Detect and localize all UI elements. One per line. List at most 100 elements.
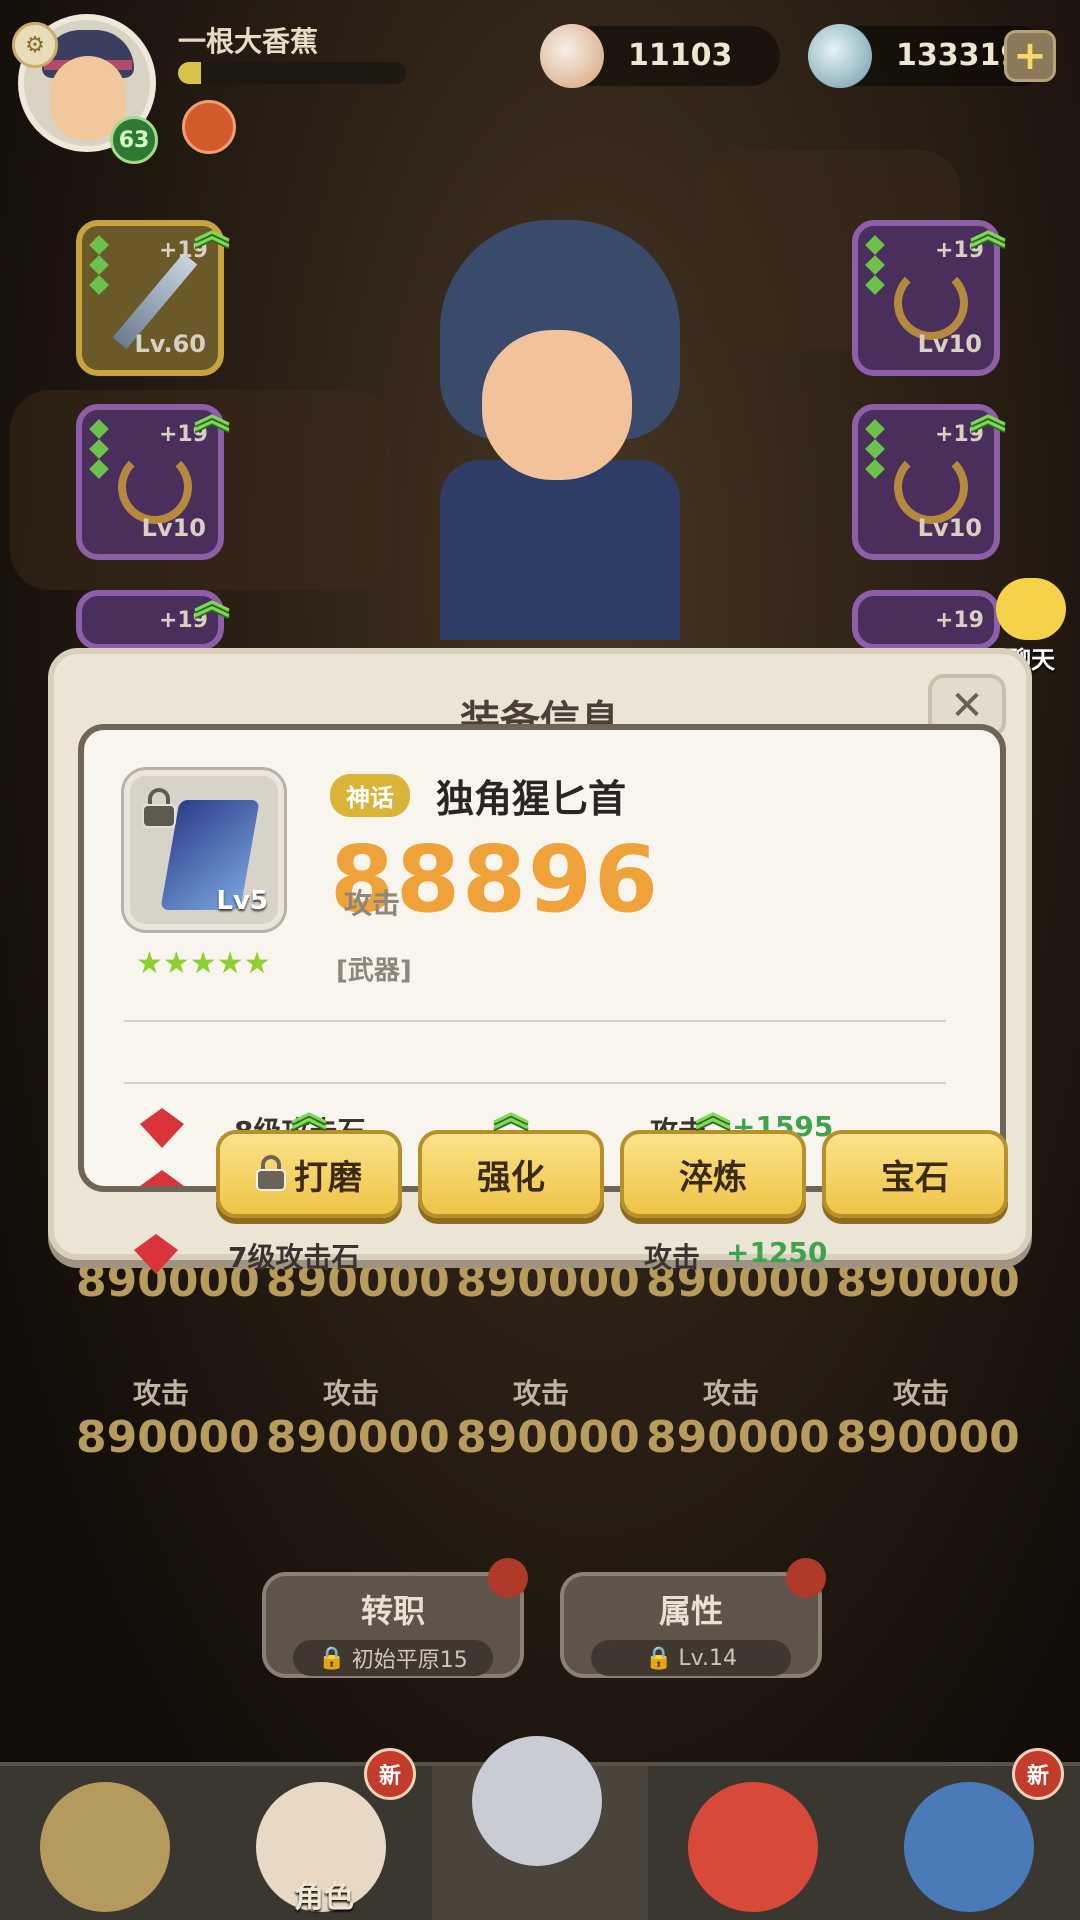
attributes-requirement: 🔒 Lv.14 — [591, 1640, 791, 1676]
item-type: [武器] — [336, 956, 412, 986]
new-badge: 新 — [1012, 1748, 1064, 1800]
settings-icon[interactable]: ⚙ — [12, 22, 58, 68]
job-change-requirement: 🔒 初始平原15 — [293, 1640, 493, 1676]
grind-button[interactable]: 打磨 ︽ — [216, 1096, 402, 1218]
nav-tab-mammoth[interactable] — [0, 1766, 216, 1920]
equip-slot-right-3[interactable]: +19 — [852, 590, 1000, 650]
equip-slot-weapon[interactable]: +19 Lv.60 ︽ — [76, 214, 230, 376]
slot-level: Lv10 — [917, 514, 982, 542]
enhance-label: 强化 — [477, 1157, 545, 1198]
gem-button[interactable]: 宝石 — [822, 1130, 1008, 1218]
red-gem-icon — [134, 1234, 178, 1274]
gem-row: 7级攻击石 攻击 +1250 — [134, 1234, 894, 1282]
item-level: Lv5 — [216, 886, 268, 916]
mammoth-icon — [40, 1782, 170, 1912]
equip-slot-necklace[interactable]: +19 Lv10 ︽ — [76, 398, 230, 560]
nav-tab-role-label: 角色 — [294, 1880, 354, 1915]
necklace-icon — [894, 450, 968, 524]
shell-currency: 11103 — [540, 24, 780, 88]
upgrade-arrow-icon: ︽ — [694, 1093, 732, 1134]
buff-icon[interactable] — [182, 100, 236, 154]
divider — [124, 1082, 946, 1084]
stat-value: 890000 — [76, 1412, 260, 1463]
gem-value: +1250 — [726, 1236, 828, 1269]
attributes-title: 属性 — [658, 1592, 723, 1630]
new-badge: 新 — [364, 1748, 416, 1800]
enhance-button[interactable]: 强化 ︽ — [418, 1096, 604, 1218]
exp-bar-fill — [178, 62, 201, 84]
chat-bubble-icon — [996, 578, 1066, 640]
portal-icon — [904, 1782, 1034, 1912]
upgrade-arrow-icon: ︽ — [194, 581, 231, 622]
gem-currency: 133319 + — [808, 24, 1056, 88]
star-rating: ★★★★★ — [136, 946, 271, 981]
job-change-button[interactable]: 转职 🔒 初始平原15 — [262, 1558, 528, 1678]
hero-body — [440, 460, 680, 640]
job-change-title: 转职 — [360, 1592, 425, 1630]
job-change-sub: 初始平原15 — [351, 1648, 468, 1673]
lock-icon: 🔒 — [318, 1645, 346, 1671]
gem-name: 7级攻击石 — [228, 1241, 360, 1274]
hero-face — [482, 330, 632, 480]
item-power-label: 攻击 — [344, 887, 401, 920]
divider — [124, 1020, 946, 1022]
slot-level: Lv10 — [141, 514, 206, 542]
nav-tab-role[interactable]: 角色 新 — [216, 1748, 432, 1920]
armor-icon — [472, 1736, 602, 1866]
upgrade-arrow-icon: ︽ — [290, 1093, 328, 1134]
equip-slot-3[interactable]: +19 ︽ — [76, 584, 230, 650]
notification-dot — [786, 1558, 826, 1598]
upgrade-arrow-icon: ︽ — [194, 395, 231, 436]
rarity-badge: 神话 — [330, 774, 410, 817]
stat-label: 攻击 — [132, 1377, 189, 1410]
notification-dot — [488, 1558, 528, 1598]
gem-amount: 133319 — [896, 38, 1022, 73]
upgrade-arrow-icon: ︽ — [970, 395, 1007, 436]
slot-level: Lv10 — [917, 330, 982, 358]
player-name: 一根大香蕉 — [178, 25, 319, 58]
necklace-icon — [894, 266, 968, 340]
equipment-card: Lv5 ★★★★★ 神话 独角猩匕首 88896 攻击 [武器] 8级攻击石 攻… — [78, 724, 1006, 1192]
slot-level: Lv.60 — [134, 330, 207, 358]
nav-tab-equipment[interactable] — [432, 1736, 648, 1920]
temper-label: 淬炼 — [679, 1157, 747, 1198]
item-name: 独角猩匕首 — [436, 777, 627, 821]
lock-icon[interactable] — [142, 788, 176, 828]
stat-label: 攻击 — [892, 1377, 949, 1410]
stat-label: 攻击 — [512, 1377, 569, 1410]
bottom-nav: 角色 新 新 — [0, 1736, 1080, 1920]
stat-label: 攻击 — [702, 1377, 759, 1410]
red-gem-icon — [140, 1170, 184, 1186]
stat-value: 890000 — [456, 1412, 640, 1463]
equip-slot-right-2[interactable]: +19 Lv10 ︽ — [852, 398, 1006, 560]
dialog-title: 装备信息 — [460, 698, 620, 724]
lock-icon: 🔒 — [645, 1645, 673, 1671]
slot-enhance-level: +19 — [934, 608, 984, 633]
upgrade-arrow-icon: ︽ — [492, 1093, 530, 1134]
gem-attr: 攻击 — [644, 1241, 701, 1274]
nav-tab-pet[interactable] — [648, 1766, 864, 1920]
item-icon-frame[interactable]: Lv5 — [124, 770, 284, 930]
nav-tab-portal[interactable]: 新 — [864, 1748, 1080, 1920]
attributes-sub: Lv.14 — [678, 1645, 737, 1671]
stat-value: 890000 — [266, 1412, 450, 1463]
stats-row-2: 攻击 890000 攻击 890000 攻击 890000 攻击 890000 攻击 89… — [76, 1372, 1020, 1463]
stat-value: 890000 — [646, 1412, 830, 1463]
grind-label: 打磨 — [294, 1157, 362, 1198]
add-gem-button[interactable]: + — [1004, 30, 1056, 82]
equip-slot-right-1[interactable]: +19 Lv10 ︽ — [852, 214, 1006, 376]
shell-amount: 11103 — [628, 38, 733, 73]
hero-character — [420, 220, 700, 640]
gem-label: 宝石 — [881, 1157, 949, 1198]
pearl-shell-icon — [540, 24, 604, 88]
upgrade-arrow-icon: ︽ — [970, 211, 1007, 252]
necklace-icon — [118, 450, 192, 524]
temper-button[interactable]: 淬炼 ︽ — [620, 1096, 806, 1218]
dino-pet-icon — [688, 1782, 818, 1912]
stat-label: 攻击 — [322, 1377, 379, 1410]
player-level-badge: 63 — [110, 116, 158, 164]
equipment-info-dialog: 装备信息 ✕ Lv5 ★★★★★ 神话 独角猩匕首 88896 攻击 [武器] … — [48, 648, 1032, 1274]
attributes-button[interactable]: 属性 🔒 Lv.14 — [560, 1558, 826, 1678]
stat-value: 890000 — [836, 1412, 1020, 1463]
red-gem-icon — [140, 1108, 184, 1148]
